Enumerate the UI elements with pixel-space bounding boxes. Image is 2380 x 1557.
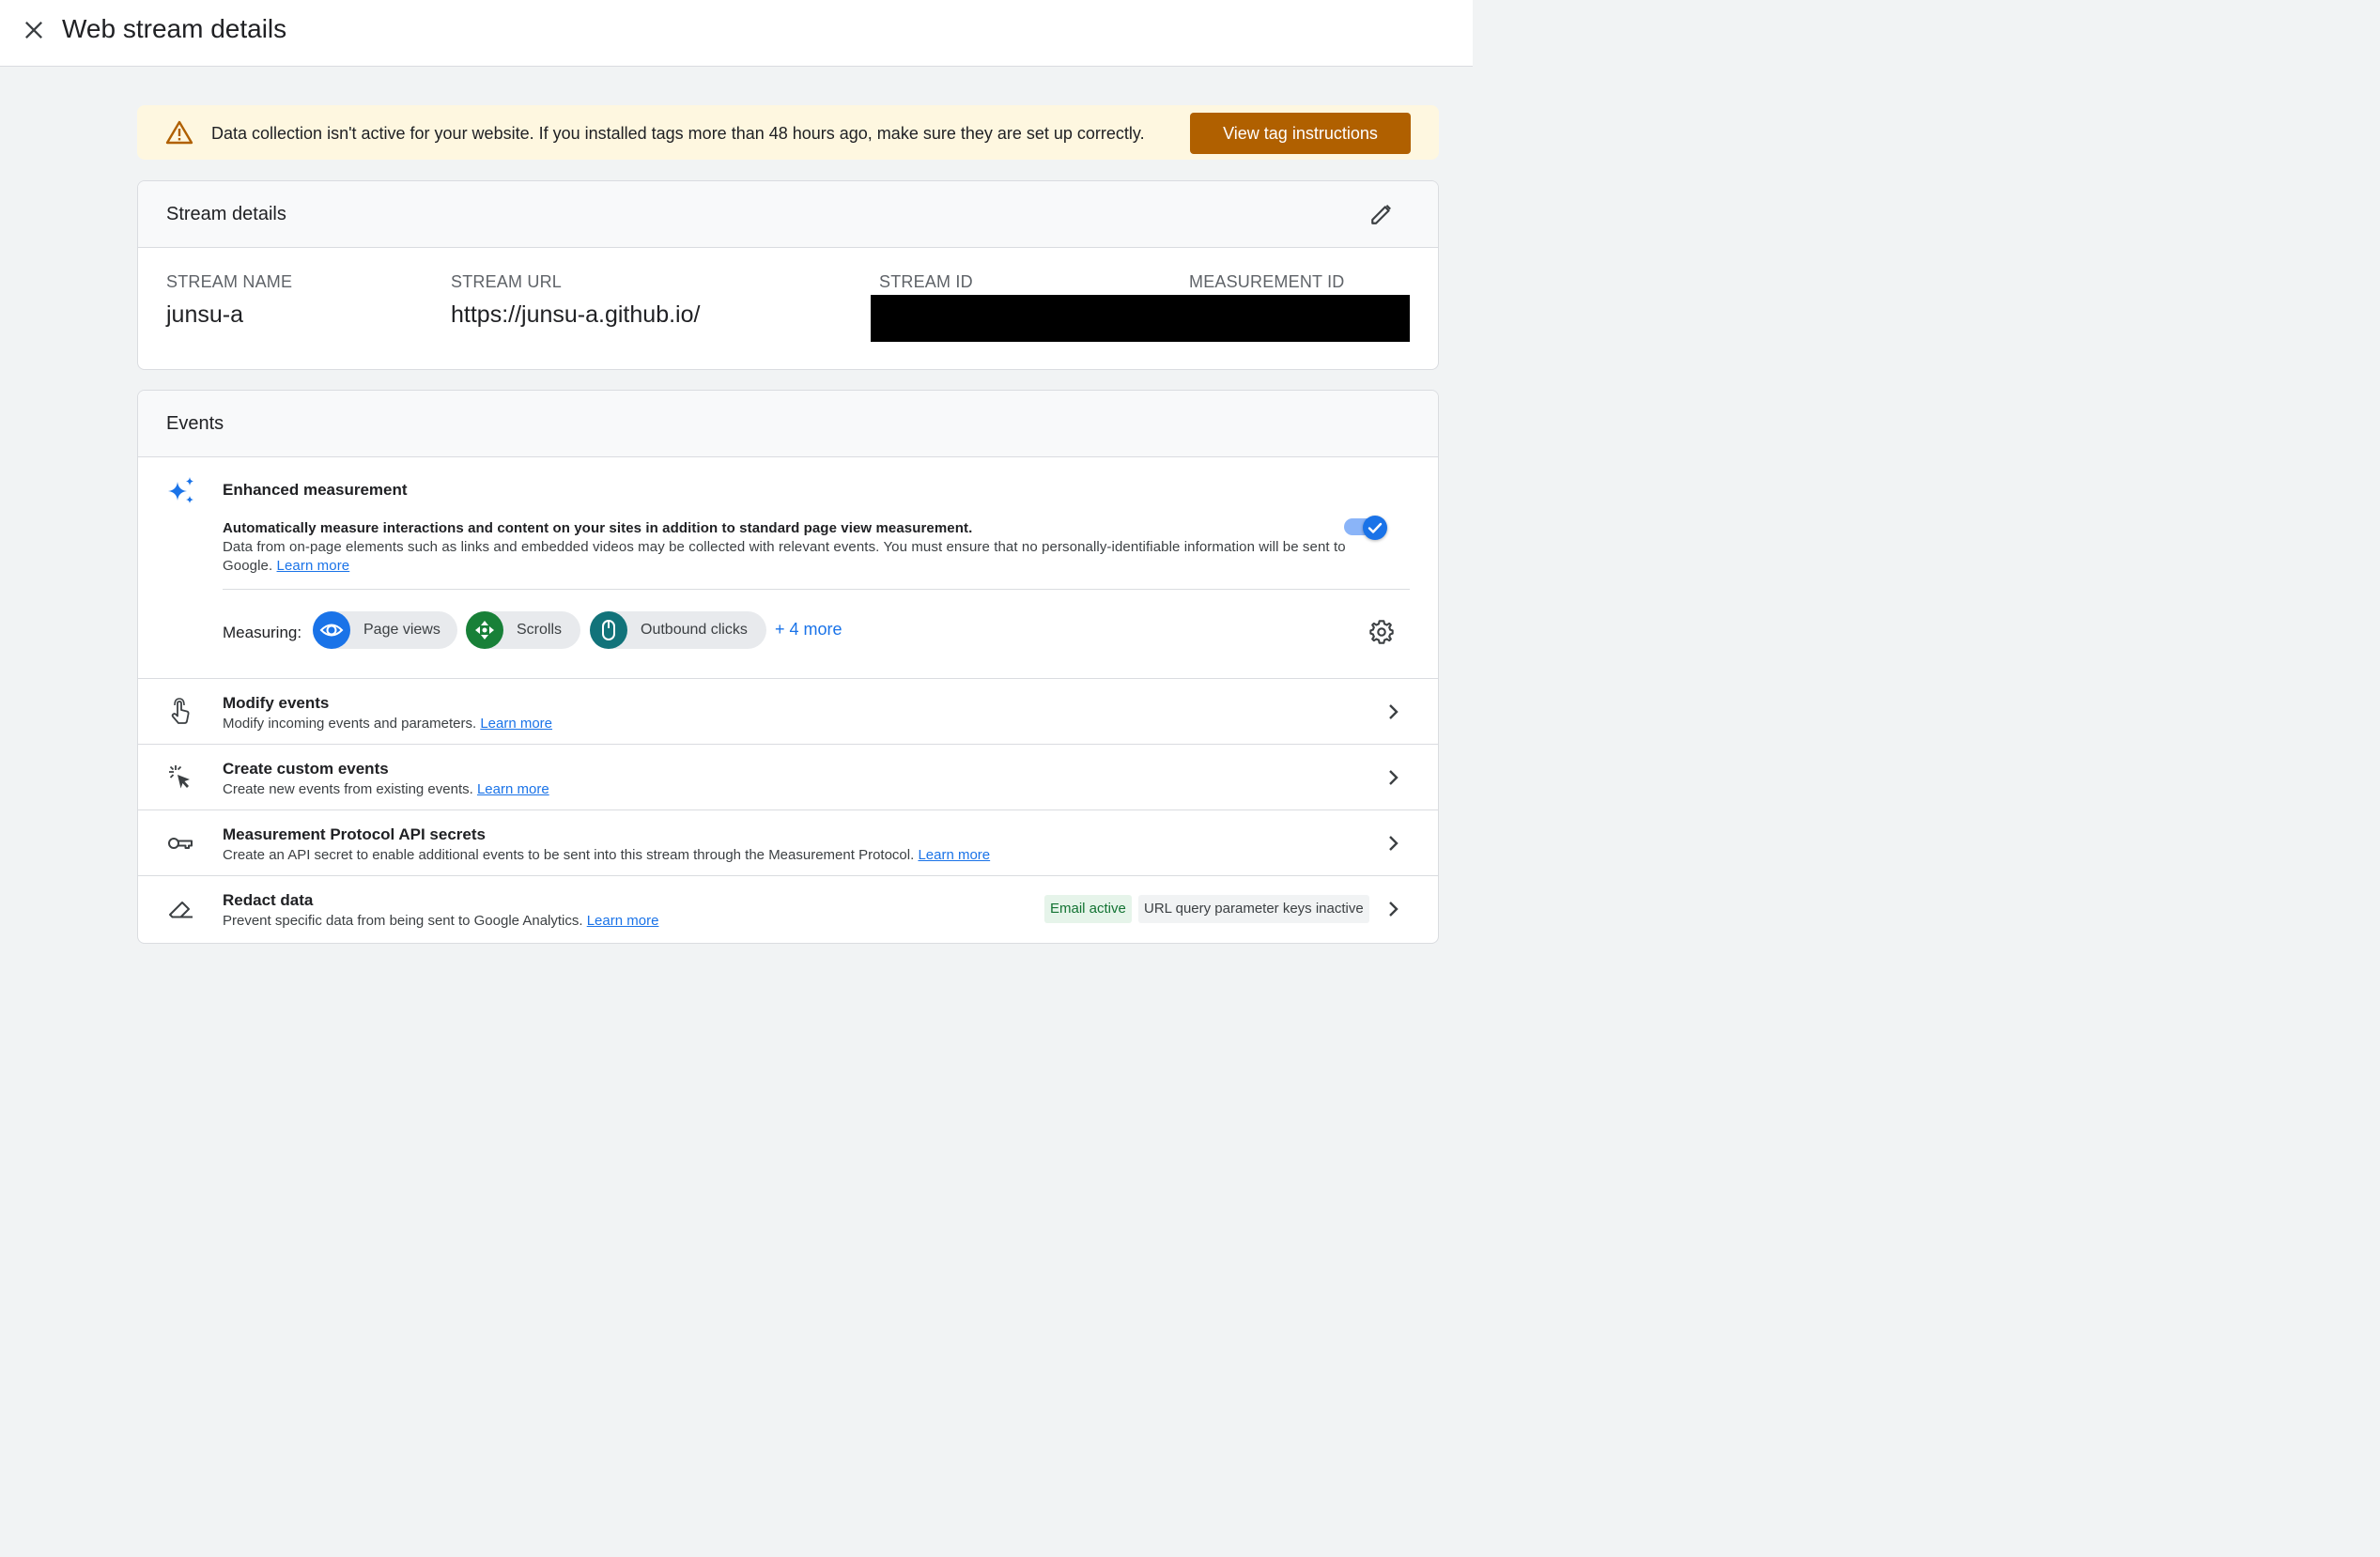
gear-icon[interactable] [1368,619,1395,645]
subtitle-text: Create an API secret to enable additiona… [223,847,915,863]
subtitle-text: Prevent specific data from being sent to… [223,913,583,929]
url-query-status-badge: URL query parameter keys inactive [1138,895,1369,923]
modify-events-row[interactable]: Modify events Modify incoming events and… [138,679,1438,745]
chip-outbound-clicks[interactable]: Outbound clicks [590,611,766,649]
email-status-badge: Email active [1044,895,1132,923]
redact-data-row[interactable]: Redact data Prevent specific data from b… [138,876,1438,942]
create-custom-events-row[interactable]: Create custom events Create new events f… [138,745,1438,810]
learn-more-link[interactable]: Learn more [480,716,552,732]
learn-more-link[interactable]: Learn more [918,847,990,863]
stream-url-value: https://junsu-a.github.io/ [451,301,701,328]
measuring-label: Measuring: [223,624,302,641]
enhanced-measurement-section: Enhanced measurement Automatically measu… [138,457,1438,679]
events-title: Events [166,413,224,434]
divider [223,589,1410,590]
enhanced-measurement-summary: Automatically measure interactions and c… [223,520,973,536]
subtitle-text: Modify incoming events and parameters. [223,716,477,732]
warning-text: Data collection isn't active for your we… [211,124,1145,143]
chevron-right-icon [1389,704,1399,719]
enhanced-measurement-description: Data from on-page elements such as links… [223,538,1350,576]
stream-details-header: Stream details [138,181,1438,248]
chip-label: Scrolls [517,622,563,638]
chevron-right-icon [1389,836,1399,851]
stream-url-label: STREAM URL [451,272,563,291]
pencil-icon[interactable] [1369,202,1394,226]
chevron-right-icon [1389,770,1399,785]
stream-name-label: STREAM NAME [166,272,293,291]
sparkle-icon [168,477,193,503]
learn-more-link[interactable]: Learn more [477,781,549,797]
more-measurements-link[interactable]: + 4 more [775,619,842,640]
check-icon [1368,522,1383,533]
measurement-id-label: MEASUREMENT ID [1189,272,1345,291]
row-title: Create custom events [223,760,389,778]
stream-id-label: STREAM ID [879,272,973,291]
learn-more-link[interactable]: Learn more [277,558,350,574]
subtitle-text: Create new events from existing events. [223,781,473,797]
chip-label: Outbound clicks [641,622,748,638]
row-title: Modify events [223,694,330,712]
key-icon [168,838,193,849]
row-title: Redact data [223,891,314,909]
description-text: Data from on-page elements such as links… [223,539,1346,574]
redacted-ids [871,295,1410,342]
page-title: Web stream details [62,14,287,43]
top-bar: Web stream details [0,0,1473,67]
row-subtitle: Create new events from existing events. … [223,780,549,799]
mouse-icon [602,620,615,640]
learn-more-link[interactable]: Learn more [587,913,659,929]
scroll-arrows-icon [475,621,494,640]
toggle-thumb [1363,516,1387,540]
row-subtitle: Modify incoming events and parameters. L… [223,715,552,733]
eraser-icon [169,902,193,918]
warning-banner: Data collection isn't active for your we… [137,105,1439,160]
click-sparkle-icon [169,765,190,789]
events-card: Events Enhanced measurement Automaticall… [137,390,1439,944]
stream-details-title: Stream details [166,204,286,224]
stream-details-card: Stream details STREAM NAME junsu-a STREA… [137,180,1439,370]
eye-icon [319,624,344,637]
chip-page-views[interactable]: Page views [313,611,457,649]
chip-label: Page views [363,622,440,638]
chevron-right-icon [1389,902,1399,917]
warning-icon [165,120,193,145]
view-tag-instructions-button[interactable]: View tag instructions [1190,113,1411,154]
stream-name-value: junsu-a [166,301,243,328]
enhanced-measurement-toggle[interactable] [1344,516,1387,540]
chip-scrolls[interactable]: Scrolls [466,611,580,649]
row-title: Measurement Protocol API secrets [223,825,486,843]
events-header: Events [138,391,1438,457]
row-subtitle: Prevent specific data from being sent to… [223,912,658,931]
enhanced-measurement-title: Enhanced measurement [223,481,408,499]
close-icon[interactable] [21,17,47,43]
touch-icon [171,698,190,724]
row-subtitle: Create an API secret to enable additiona… [223,846,990,865]
measurement-protocol-row[interactable]: Measurement Protocol API secrets Create … [138,810,1438,876]
